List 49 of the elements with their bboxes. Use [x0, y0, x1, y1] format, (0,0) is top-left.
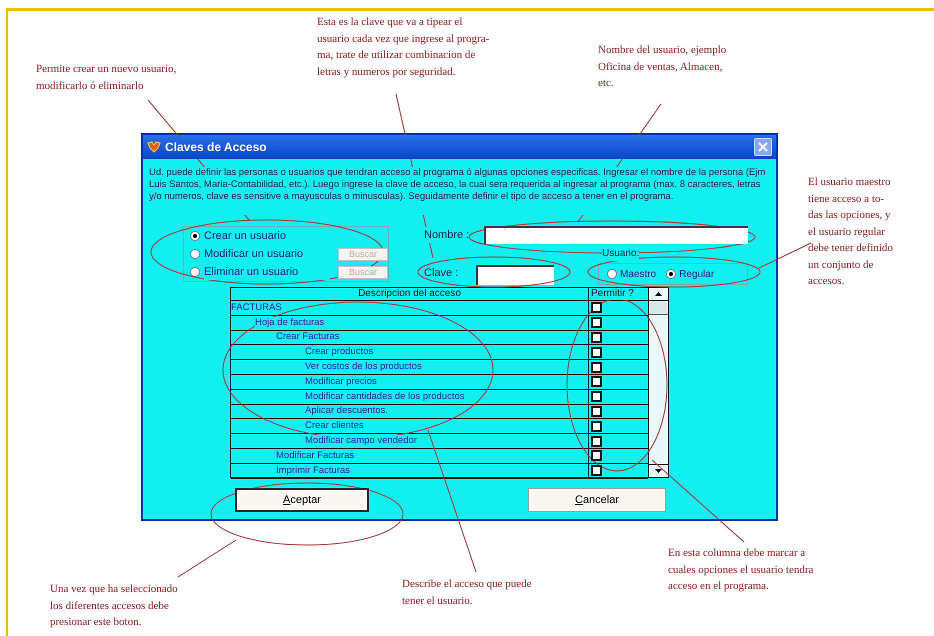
radio-button[interactable]: [190, 231, 200, 241]
user-type-label: Usuario:: [602, 246, 640, 261]
checkbox[interactable]: [591, 406, 602, 417]
leader-line: [178, 540, 236, 578]
access-item[interactable]: Hoja de facturas: [255, 316, 324, 329]
radio-label[interactable]: Regular: [679, 266, 714, 282]
access-item[interactable]: Imprimir Facturas: [276, 464, 350, 477]
annotation-text: Una vez que ha seleccionado los diferentes accesos debe presionar este boton.: [50, 582, 179, 630]
radio-button[interactable]: [666, 269, 676, 279]
dialog-button[interactable]: Cancelar: [528, 488, 666, 512]
checkbox[interactable]: [591, 391, 602, 402]
checkbox[interactable]: [591, 450, 602, 462]
access-item[interactable]: Ver costos de los productos: [305, 361, 422, 374]
access-item[interactable]: Crear productos: [305, 346, 374, 358]
radio-button[interactable]: [607, 269, 617, 279]
scrollbar[interactable]: [648, 288, 668, 477]
checkbox[interactable]: [591, 317, 602, 328]
window-title: Claves de Acceso: [165, 139, 267, 156]
annotation-text: El usuario maestro tiene acceso a to- das las opciones, y el usuario regular debe tener definido un conjunto de accesos.: [808, 175, 894, 289]
key-field[interactable]: [476, 265, 554, 285]
checkbox[interactable]: [591, 376, 602, 388]
annotation-text: Esta es la clave que va a tipear el usuario cada vez que ingrese al progra- ma, trate de utilizar combinacion de letras y numeros por seguridad.: [317, 15, 490, 80]
access-item[interactable]: Modificar precios: [305, 376, 377, 388]
checkbox[interactable]: [591, 465, 602, 476]
annotation-text: Describe el acceso que puede tener el usuario.: [402, 577, 532, 608]
checkbox[interactable]: [591, 332, 602, 343]
radio-button[interactable]: [190, 249, 200, 259]
dialog-button[interactable]: Aceptar: [235, 488, 369, 512]
down-arrow-icon: [655, 469, 662, 473]
name-label: Nombre :: [424, 226, 470, 244]
checkbox[interactable]: [591, 302, 602, 314]
annotation-text: Permite crear un nuevo usuario, modificarlo ó eliminarlo: [36, 62, 178, 94]
access-item[interactable]: Aplicar descuentos.: [305, 405, 388, 418]
checkbox[interactable]: [591, 420, 602, 432]
key-label: Clave :: [424, 266, 460, 280]
checkbox[interactable]: [591, 362, 602, 373]
annotation-text: En esta columna debe marcar a cuales opciones el usuario tendra acceso en el programa.: [668, 546, 814, 594]
app-icon: [147, 141, 161, 153]
name-field[interactable]: [484, 226, 748, 244]
checkbox[interactable]: [591, 346, 602, 358]
up-arrow-icon: [655, 292, 662, 296]
radio-button[interactable]: [190, 267, 200, 277]
scroll-thumb[interactable]: [649, 301, 668, 315]
access-item[interactable]: Modificar cantidades de los productos: [305, 390, 464, 403]
access-item[interactable]: FACTURAS: [231, 302, 282, 314]
access-item[interactable]: Modificar campo vendedor: [305, 435, 417, 448]
close-icon: [758, 142, 768, 152]
annotation-text: Nombre del usuario, ejemplo Oficina de ventas, Almacen, etc.: [598, 43, 728, 91]
checkbox[interactable]: [591, 436, 602, 447]
